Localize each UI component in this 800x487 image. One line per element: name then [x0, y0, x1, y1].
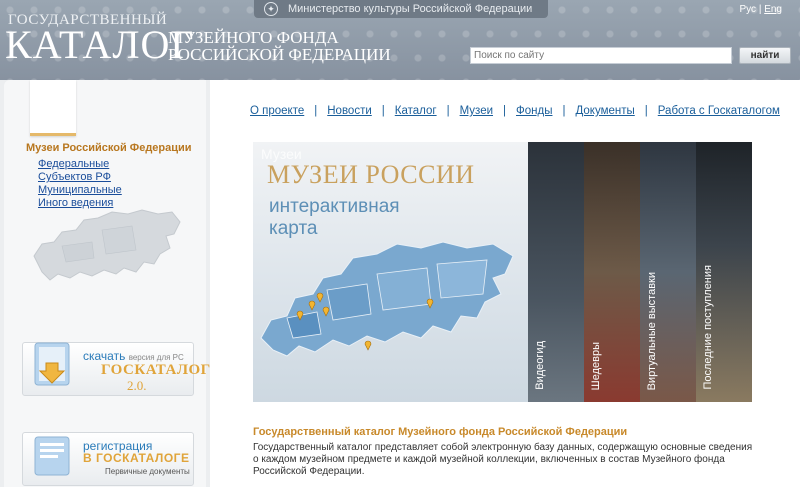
- nav-separator: |: [314, 105, 318, 117]
- ministry-bar[interactable]: ✦ Министерство культуры Российской Федер…: [254, 0, 548, 18]
- strip-virtual-exhibitions-label: Виртуальные выставки: [646, 271, 658, 390]
- russia-interactive-map-icon[interactable]: [257, 234, 527, 374]
- strip-latest-arrivals[interactable]: Последние поступления: [696, 142, 752, 402]
- nav-separator: |: [446, 105, 450, 117]
- about-text: Государственный каталог представляет соб…: [253, 442, 753, 477]
- logo-sub-line1: МУЗЕЙНОГО ФОНДА: [168, 28, 339, 47]
- registration-button[interactable]: регистрация В ГОСКАТАЛОГЕ Первичные доку…: [22, 432, 194, 486]
- sidebar-item-subjects[interactable]: Субъектов РФ: [38, 171, 122, 184]
- strip-masterpieces-label: Шедевры: [590, 341, 602, 390]
- nav-goskatalog-work[interactable]: Работа с Госкаталогом: [658, 105, 780, 117]
- lang-ru[interactable]: Рус: [739, 4, 756, 15]
- sidebar: Музеи Российской Федерации Федеральные С…: [4, 80, 210, 487]
- nav-news[interactable]: Новости: [327, 105, 372, 117]
- sidebar-tab-tile: [30, 80, 76, 136]
- museum-type-list: Федеральные Субъектов РФ Муниципальные И…: [38, 158, 122, 210]
- nav-about[interactable]: О проекте: [250, 105, 304, 117]
- site-header: ✦ Министерство культуры Российской Федер…: [0, 0, 800, 80]
- download-version-label: версия для PC: [128, 353, 184, 362]
- emblem-icon: ✦: [264, 2, 278, 16]
- registration-icon: [34, 436, 70, 476]
- banner-subtitle-1: интерактивная: [269, 196, 400, 217]
- logo-sub-line2: РОССИЙСКОЙ ФЕДЕРАЦИИ: [168, 45, 391, 64]
- nav-museums[interactable]: Музеи: [460, 105, 493, 117]
- content-area: Музеи Российской Федерации Федеральные С…: [0, 80, 800, 487]
- nav-separator: |: [381, 105, 385, 117]
- nav-separator: |: [562, 105, 566, 117]
- download-line1: скачать версия для PC: [83, 349, 184, 363]
- strip-videoguide-label: Видеогид: [534, 341, 546, 390]
- search-input[interactable]: [470, 47, 732, 64]
- strip-latest-arrivals-label: Последние поступления: [702, 265, 714, 390]
- banner-map-area[interactable]: Музеи МУЗЕИ РОССИИ интерактивная карта: [253, 142, 528, 402]
- ministry-label[interactable]: Министерство культуры Российской Федерац…: [288, 3, 532, 15]
- sidebar-title: Музеи Российской Федерации: [26, 142, 192, 154]
- download-product-name: ГОСКАТАЛОГ: [101, 362, 211, 378]
- strip-virtual-exhibitions[interactable]: Виртуальные выставки: [640, 142, 696, 402]
- logo-big-text[interactable]: КАТАЛОГ: [5, 25, 195, 65]
- top-nav: О проекте | Новости | Каталог | Музеи | …: [250, 105, 780, 117]
- sidebar-item-municipal[interactable]: Муниципальные: [38, 184, 122, 197]
- nav-catalog[interactable]: Каталог: [395, 105, 437, 117]
- language-switch: Рус | Eng: [739, 4, 782, 15]
- download-label: скачать: [83, 349, 126, 363]
- registration-line2: В ГОСКАТАЛОГЕ: [83, 451, 190, 465]
- sidebar-item-federal[interactable]: Федеральные: [38, 158, 122, 171]
- lang-en[interactable]: Eng: [764, 4, 782, 15]
- nav-separator: |: [644, 105, 648, 117]
- banner-title: МУЗЕИ РОССИИ: [267, 160, 475, 189]
- registration-line3: Первичные документы: [105, 467, 190, 476]
- nav-separator: |: [503, 105, 507, 117]
- download-goskatalog-button[interactable]: скачать версия для PC ГОСКАТАЛОГ 2.0.: [22, 342, 210, 396]
- strip-videoguide[interactable]: Видеогид: [528, 142, 584, 402]
- lang-separator: |: [758, 4, 762, 15]
- search-button[interactable]: найти: [739, 47, 791, 64]
- interactive-map-banner[interactable]: Музеи МУЗЕИ РОССИИ интерактивная карта В…: [253, 142, 752, 402]
- strip-masterpieces[interactable]: Шедевры: [584, 142, 640, 402]
- logo-subtitle[interactable]: МУЗЕЙНОГО ФОНДА РОССИЙСКОЙ ФЕДЕРАЦИИ: [168, 29, 391, 63]
- about-title: Государственный каталог Музейного фонда …: [253, 426, 628, 438]
- nav-funds[interactable]: Фонды: [516, 105, 552, 117]
- russia-small-map-icon[interactable]: [32, 206, 182, 286]
- nav-documents[interactable]: Документы: [575, 105, 634, 117]
- download-icon: [34, 342, 70, 386]
- download-product-version: 2.0.: [127, 378, 147, 393]
- main-panel: О проекте | Новости | Каталог | Музеи | …: [210, 80, 800, 487]
